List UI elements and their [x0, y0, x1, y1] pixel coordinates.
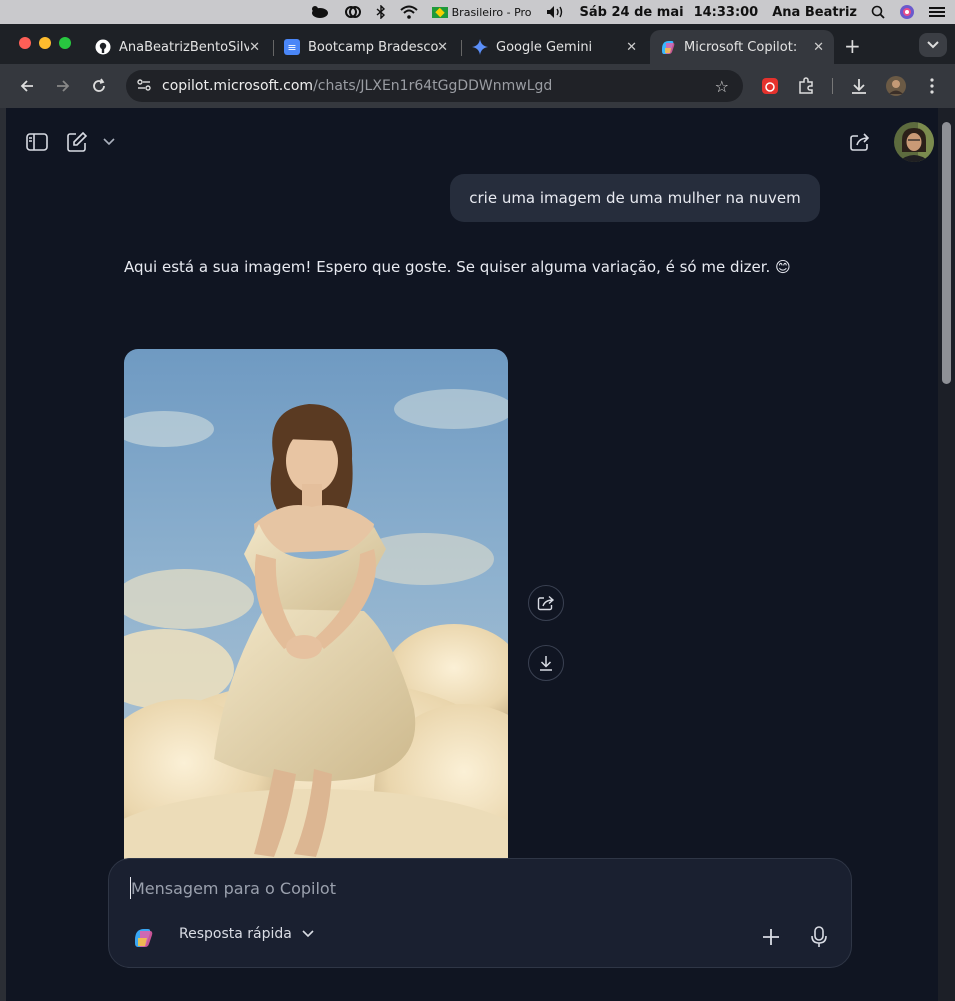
elephant-icon[interactable] [310, 5, 330, 19]
microphone-icon [811, 926, 827, 947]
tab-title: Microsoft Copilot: se [684, 39, 802, 55]
zoom-window-button[interactable] [59, 37, 71, 49]
assistant-message-text: Aqui está a sua imagem! Espero que goste… [124, 258, 791, 276]
download-icon [540, 656, 552, 671]
minimize-window-button[interactable] [39, 37, 51, 49]
download-image-button[interactable] [528, 645, 564, 681]
generated-image[interactable] [124, 349, 508, 869]
site-settings-icon[interactable] [136, 77, 152, 96]
tab-search-button[interactable] [919, 33, 947, 57]
chevron-down-icon[interactable] [100, 134, 118, 150]
plus-icon [763, 929, 779, 945]
new-chat-icon[interactable] [64, 129, 90, 155]
browser-toolbar: copilot.microsoft.com/chats/JLXEn1r64tGg… [0, 64, 955, 108]
reload-button[interactable] [87, 74, 111, 98]
message-input[interactable] [131, 875, 821, 901]
extensions-puzzle-icon[interactable] [796, 76, 816, 96]
response-mode-label: Resposta rápida [179, 926, 292, 942]
microphone-button[interactable] [807, 923, 831, 951]
spotlight-search-icon[interactable] [871, 5, 885, 19]
profile-avatar[interactable] [886, 76, 906, 96]
menubar-clock[interactable]: Sáb 24 de mai 14:33:00 [580, 5, 759, 20]
menubar-time: 14:33:00 [693, 4, 759, 20]
downloads-icon[interactable] [849, 76, 869, 96]
sidebar-toggle-icon[interactable] [24, 130, 50, 154]
macos-menubar: Brasileiro - Pro Sáb 24 de mai 14:33:00 … [0, 0, 955, 24]
browser-menu-icon[interactable] [922, 76, 942, 96]
tab-gemini[interactable]: Google Gemini ✕ [462, 30, 647, 64]
forward-button[interactable] [51, 74, 75, 98]
url-text: copilot.microsoft.com/chats/JLXEn1r64tGg… [162, 78, 552, 94]
copilot-logo-icon[interactable] [131, 925, 155, 949]
new-tab-button[interactable]: + [844, 34, 861, 58]
share-conversation-icon[interactable] [847, 129, 873, 155]
url-path: /chats/JLXEn1r64tGgDDWnmwLgd [313, 78, 553, 94]
share-icon [537, 595, 555, 611]
message-composer: Resposta rápida [108, 858, 852, 968]
user-message-text: crie uma imagem de uma mulher na nuvem [469, 189, 801, 207]
page-scrollbar-thumb[interactable] [942, 122, 951, 384]
gemini-icon [472, 39, 488, 55]
browser-tabstrip: AnaBeatrizBentoSilva ✕ ≡ Bootcamp Brades… [0, 24, 955, 64]
tab-close-icon[interactable]: ✕ [813, 40, 824, 55]
address-bar[interactable]: copilot.microsoft.com/chats/JLXEn1r64tGg… [126, 70, 743, 102]
add-attachment-button[interactable] [759, 925, 783, 949]
window-edge [0, 108, 6, 1001]
user-avatar[interactable] [893, 121, 935, 163]
tab-copilot[interactable]: Microsoft Copilot: se ✕ [650, 30, 834, 64]
tab-github[interactable]: AnaBeatrizBentoSilva ✕ [85, 30, 270, 64]
toolbar-divider [832, 78, 833, 94]
wifi-icon[interactable] [399, 5, 418, 19]
tab-close-icon[interactable]: ✕ [626, 40, 637, 55]
tab-close-icon[interactable]: ✕ [249, 40, 260, 55]
tab-title: AnaBeatrizBentoSilva [119, 39, 249, 55]
text-caret [130, 877, 131, 899]
back-button[interactable] [15, 74, 39, 98]
menubar-date: Sáb 24 de mai [579, 4, 684, 20]
volume-icon[interactable] [546, 5, 566, 19]
brazil-flag-icon [431, 6, 448, 18]
bluetooth-icon[interactable] [376, 5, 386, 19]
copilot-icon [660, 39, 676, 55]
share-image-button[interactable] [528, 585, 564, 621]
chevron-down-icon [302, 930, 314, 938]
docs-icon: ≡ [284, 39, 300, 55]
bookmark-star-icon[interactable]: ☆ [715, 77, 729, 96]
github-icon [95, 39, 111, 55]
extension-red-icon[interactable] [760, 76, 780, 96]
tab-title: Bootcamp Bradesco [308, 39, 438, 55]
window-controls [19, 37, 71, 49]
close-window-button[interactable] [19, 37, 31, 49]
control-center-icon[interactable] [929, 5, 945, 19]
input-source-menu[interactable]: Brasileiro - Pro [431, 5, 532, 19]
user-message-bubble: crie uma imagem de uma mulher na nuvem [450, 174, 820, 222]
tab-title: Google Gemini [496, 39, 593, 55]
siri-icon[interactable] [899, 4, 915, 20]
tab-close-icon[interactable]: ✕ [437, 40, 448, 55]
tab-bootcamp[interactable]: ≡ Bootcamp Bradesco ✕ [274, 30, 458, 64]
input-source-label: Brasileiro - Pro [451, 5, 532, 19]
creative-cloud-icon[interactable] [344, 5, 362, 19]
url-domain: copilot.microsoft.com [162, 78, 314, 94]
menubar-user[interactable]: Ana Beatriz [772, 5, 857, 20]
response-mode-selector[interactable]: Resposta rápida [179, 926, 314, 942]
